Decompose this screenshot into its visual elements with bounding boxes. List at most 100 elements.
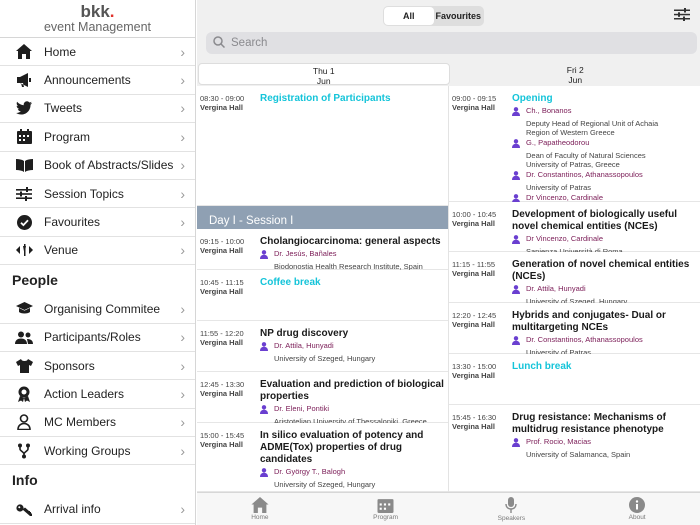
speaker-name: Dr. Jesús, Bañales	[274, 249, 337, 258]
megaphone-icon	[14, 71, 34, 89]
session-title: Opening	[512, 93, 553, 104]
session-time: 12:45 - 13:30	[200, 380, 245, 389]
session-card[interactable]: 11:15 - 11:55 Vergina Hall Generation of n…	[449, 252, 700, 306]
session-card[interactable]: 10:45 - 11:15 Vergina Hall Coffee break	[197, 270, 448, 321]
session-card[interactable]: 11:55 - 12:20 Vergina Hall NP drug discove…	[197, 321, 448, 372]
speaker-row[interactable]: Dr. Jesús, Bañales	[260, 249, 446, 262]
sidebar-item-announcements[interactable]: Announcements ›	[0, 66, 195, 95]
session-card[interactable]: 10:00 - 10:45 Vergina Hall Development of …	[449, 202, 700, 256]
speaker-row[interactable]: Dr. Attila, Hunyadi	[512, 284, 698, 297]
speaker-row[interactable]: Ch., Bonanos	[512, 106, 698, 119]
session-card[interactable]: 15:45 - 16:30 Vergina Hall Drug resistance…	[449, 405, 700, 492]
session-card[interactable]: 15:00 - 15:45 Vergina Hall In silico evalu…	[197, 423, 448, 492]
sidebar-item-working-groups[interactable]: Working Groups ›	[0, 437, 195, 466]
speaker-row[interactable]: G., Papatheodorou	[512, 138, 698, 151]
filter-segmented-control: All Favourites	[383, 6, 484, 26]
info-icon	[629, 497, 646, 513]
session-title: Drug resistance: Mechanisms of multidrug…	[512, 412, 666, 435]
speaker-affiliation: University of Patras	[526, 183, 592, 192]
sidebar-item-label: MC Members	[44, 415, 117, 430]
session-card[interactable]: 12:45 - 13:30 Vergina Hall Evaluation and …	[197, 372, 448, 426]
session-card[interactable]: 12:20 - 12:45 Vergina Hall Hybrids and con…	[449, 303, 700, 357]
info-section-title: Info	[12, 472, 38, 489]
sidebar-item-book-of-abstracts[interactable]: Book of Abstracts/Slides ›	[0, 152, 195, 180]
session-time: 10:00 - 10:45	[452, 210, 497, 219]
speaker-name: Dr. Attila, Hunyadi	[274, 341, 334, 350]
session-time: 11:15 - 11:55	[452, 260, 496, 269]
logo-subtitle: event Management	[43, 20, 151, 34]
session-title: Lunch break	[512, 361, 572, 372]
fork-icon	[14, 442, 34, 460]
sidebar-item-program[interactable]: Program ›	[0, 123, 195, 152]
tab-speakers[interactable]: Speakers	[449, 493, 575, 525]
calendar-icon	[14, 128, 34, 146]
filter-sliders-icon[interactable]	[674, 8, 690, 24]
session-card[interactable]: 13:30 - 15:00 Vergina Hall Lunch break	[449, 354, 700, 405]
speaker-affiliation: Region of Western Greece	[526, 128, 615, 137]
speaker-affiliation: University of Szeged, Hungary	[274, 480, 376, 489]
calendar-icon	[377, 499, 394, 513]
session-body: Hybrids and conjugates- Dual or multitar…	[512, 310, 698, 357]
speaker-affiliation: Deputy Head of Regional Unit of Achaia	[526, 119, 659, 128]
session-hall: Vergina Hall	[200, 246, 243, 255]
tab-home[interactable]: Home	[197, 493, 323, 525]
sidebar-item-participants-roles[interactable]: Participants/Roles ›	[0, 324, 195, 352]
speaker-name: Dr. György T., Balogh	[274, 467, 346, 476]
sidebar-item-organising-commitee[interactable]: Organising Commitee ›	[0, 295, 195, 324]
speaker-name: Ch., Bonanos	[526, 106, 572, 115]
people-section-title: People	[12, 272, 58, 289]
sidebar-item-action-leaders[interactable]: Action Leaders ›	[0, 380, 195, 409]
speaker-row[interactable]: Dr. Attila, Hunyadi	[260, 341, 446, 354]
session-time: 12:20 - 12:45	[452, 311, 497, 320]
session-card[interactable]: 09:00 - 09:15 Vergina Hall Opening Ch., Bon…	[449, 86, 700, 215]
chevron-right-icon: ›	[180, 100, 185, 117]
sidebar-item-favourites[interactable]: Favourites ›	[0, 208, 195, 237]
session-card[interactable]: 09:15 - 10:00 Vergina Hall Cholangiocarcin…	[197, 229, 448, 271]
program-view: All Favourites Search Thu 1 Jun Fri 2 Ju…	[197, 0, 700, 525]
session-body: Generation of novel chemical entities (N…	[512, 259, 698, 306]
speaker-row[interactable]: Dr Vincenzo, Cardinale	[512, 234, 698, 247]
tab-about[interactable]: About	[574, 493, 700, 525]
chevron-right-icon: ›	[180, 157, 185, 174]
session-card[interactable]: 08:30 - 09:00 Vergina Hall Registration of…	[197, 86, 448, 206]
person-icon	[260, 342, 270, 354]
chevron-right-icon: ›	[180, 300, 185, 317]
day2-column: 09:00 - 09:15 Vergina Hall Opening Ch., Bon…	[449, 86, 700, 492]
session-hall: Vergina Hall	[452, 371, 495, 380]
session-title: Generation of novel chemical entities (N…	[512, 259, 690, 282]
sidebar-item-venue[interactable]: Venue ›	[0, 237, 195, 266]
session-time: 13:30 - 15:00	[452, 362, 497, 371]
sidebar-item-session-topics[interactable]: Session Topics ›	[0, 180, 195, 209]
sidebar-item-sponsors[interactable]: Sponsors ›	[0, 352, 195, 381]
sidebar-item-label: Favourites	[44, 215, 101, 230]
person-icon	[512, 171, 522, 183]
tab-label: Home	[251, 514, 269, 521]
session-hall: Vergina Hall	[452, 269, 495, 278]
tab-day-fri[interactable]: Fri 2 Jun	[451, 63, 700, 85]
session-time-block: 10:45 - 11:15 Vergina Hall	[200, 278, 256, 296]
segment-favourites-button[interactable]: Favourites	[434, 7, 484, 25]
chevron-right-icon: ›	[180, 242, 185, 259]
chevron-right-icon: ›	[180, 329, 185, 346]
bottom-tab-bar: Home Program Speakers About	[197, 492, 700, 525]
search-input[interactable]: Search	[206, 32, 697, 54]
sidebar-item-mc-members[interactable]: MC Members ›	[0, 409, 195, 438]
speaker-row[interactable]: Dr. Constantinos, Athanassopoulos	[512, 170, 698, 183]
tab-program[interactable]: Program	[323, 493, 449, 525]
session-title: Development of biologically useful novel…	[512, 209, 678, 232]
speaker-affiliation: University of Szeged, Hungary	[274, 354, 376, 363]
session-title: Hybrids and conjugates- Dual or multitar…	[512, 310, 666, 333]
tab-day-thu[interactable]: Thu 1 Jun	[198, 63, 450, 86]
speaker-row[interactable]: Dr. Constantinos, Athanassopoulos	[512, 335, 698, 348]
sidebar-item-label: Tweets	[44, 101, 83, 116]
sidebar-item-home[interactable]: Home ›	[0, 38, 195, 67]
speaker-row[interactable]: Prof. Rocio, Macias	[512, 437, 698, 450]
speaker-row[interactable]: Dr. Eleni, Pontiki	[260, 404, 446, 417]
session-title: Cholangiocarcinoma: general aspects	[260, 236, 441, 247]
sidebar-item-tweets[interactable]: Tweets ›	[0, 95, 195, 124]
book-icon	[14, 156, 34, 174]
sidebar-item-arrival-info[interactable]: Arrival info ›	[0, 495, 195, 524]
speaker-row[interactable]: Dr. György T., Balogh	[260, 467, 446, 480]
sidebar-item-label: Arrival info	[44, 502, 101, 517]
segment-all-button[interactable]: All	[384, 7, 434, 25]
